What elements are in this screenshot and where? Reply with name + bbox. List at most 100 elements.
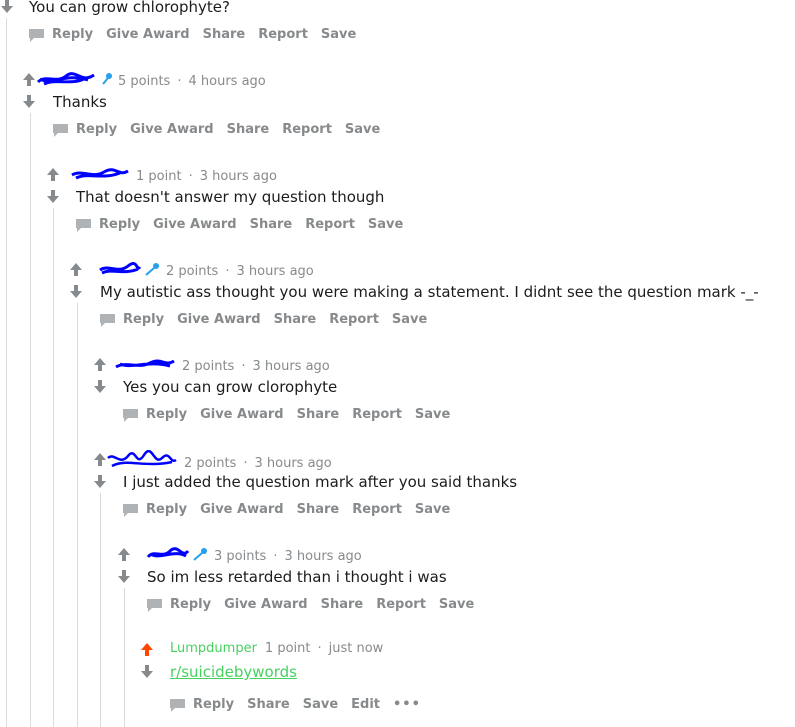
give-award-button[interactable]: Give Award bbox=[200, 407, 284, 422]
comment-time[interactable]: 3 hours ago bbox=[252, 359, 329, 374]
give-award-button[interactable]: Give Award bbox=[130, 122, 214, 137]
more-options-icon[interactable]: ••• bbox=[393, 697, 421, 712]
reply-button[interactable]: Reply bbox=[146, 407, 187, 422]
downvote-arrow-icon[interactable] bbox=[93, 475, 107, 489]
report-button[interactable]: Report bbox=[305, 217, 355, 232]
comment-points: 1 point bbox=[264, 641, 311, 656]
save-button[interactable]: Save bbox=[392, 312, 427, 327]
downvote-arrow-icon[interactable] bbox=[69, 285, 83, 299]
thread-line-3[interactable] bbox=[53, 208, 54, 727]
upvote-arrow-icon[interactable] bbox=[117, 547, 131, 561]
downvote-arrow-icon[interactable] bbox=[140, 665, 154, 679]
share-button[interactable]: Share bbox=[247, 697, 290, 712]
report-button[interactable]: Report bbox=[329, 312, 379, 327]
edit-button[interactable]: Edit bbox=[351, 697, 380, 712]
mic-icon bbox=[192, 547, 208, 565]
downvote-arrow-icon[interactable] bbox=[0, 0, 14, 14]
save-button[interactable]: Save bbox=[439, 597, 474, 612]
reply-icon bbox=[170, 698, 185, 712]
give-award-button[interactable]: Give Award bbox=[224, 597, 308, 612]
share-button[interactable]: Share bbox=[274, 312, 317, 327]
comment-time[interactable]: 4 hours ago bbox=[188, 74, 265, 89]
thread-line-2[interactable] bbox=[30, 113, 31, 727]
comment-actions: Reply Give Award Share Report Save bbox=[123, 502, 463, 517]
comment-meta: 3 points · 3 hours ago bbox=[146, 545, 362, 567]
upvote-arrow-icon-active[interactable] bbox=[140, 642, 154, 656]
comment-meta: 2 points · 3 hours ago bbox=[114, 355, 330, 377]
report-button[interactable]: Report bbox=[282, 122, 332, 137]
comment-time[interactable]: 3 hours ago bbox=[254, 456, 331, 471]
reply-icon bbox=[53, 123, 68, 137]
share-button[interactable]: Share bbox=[250, 217, 293, 232]
save-button[interactable]: Save bbox=[368, 217, 403, 232]
thread-line-4[interactable] bbox=[77, 303, 78, 727]
save-button[interactable]: Save bbox=[345, 122, 380, 137]
comment-body: r/suicidebywords bbox=[170, 663, 297, 681]
downvote-arrow-icon[interactable] bbox=[46, 190, 60, 204]
share-button[interactable]: Share bbox=[203, 27, 246, 42]
comment-body: Yes you can grow clorophyte bbox=[123, 378, 338, 396]
report-button[interactable]: Report bbox=[352, 407, 402, 422]
give-award-button[interactable]: Give Award bbox=[153, 217, 237, 232]
save-button[interactable]: Save bbox=[303, 697, 338, 712]
meta-separator: · bbox=[241, 358, 246, 374]
reply-button[interactable]: Reply bbox=[76, 122, 117, 137]
comment-time[interactable]: 3 hours ago bbox=[236, 264, 313, 279]
share-button[interactable]: Share bbox=[297, 502, 340, 517]
reply-button[interactable]: Reply bbox=[193, 697, 234, 712]
comment-actions: Reply Give Award Share Report Save bbox=[147, 597, 487, 612]
give-award-button[interactable]: Give Award bbox=[106, 27, 190, 42]
comment-meta: 1 point · 3 hours ago bbox=[70, 165, 277, 187]
reply-button[interactable]: Reply bbox=[146, 502, 187, 517]
reply-button[interactable]: Reply bbox=[170, 597, 211, 612]
reply-button[interactable]: Reply bbox=[99, 217, 140, 232]
comment-time[interactable]: 3 hours ago bbox=[284, 549, 361, 564]
comment-meta: Lumpdumper 1 point · just now bbox=[170, 641, 383, 656]
report-button[interactable]: Report bbox=[376, 597, 426, 612]
upvote-arrow-icon[interactable] bbox=[93, 357, 107, 371]
upvote-arrow-icon[interactable] bbox=[46, 167, 60, 181]
mic-icon bbox=[102, 73, 112, 89]
thread-line-6[interactable] bbox=[124, 588, 125, 727]
reply-icon bbox=[100, 313, 115, 327]
downvote-arrow-icon[interactable] bbox=[22, 95, 36, 109]
reply-icon bbox=[123, 503, 138, 517]
reply-button[interactable]: Reply bbox=[123, 312, 164, 327]
redacted-username-scribble bbox=[146, 545, 190, 567]
comment-author[interactable]: Lumpdumper bbox=[170, 641, 257, 656]
report-button[interactable]: Report bbox=[258, 27, 308, 42]
report-button[interactable]: Report bbox=[352, 502, 402, 517]
redacted-username-scribble bbox=[70, 165, 130, 187]
comment-points: 3 points bbox=[214, 548, 267, 564]
subreddit-link[interactable]: r/suicidebywords bbox=[170, 663, 297, 681]
comment-body: Thanks bbox=[53, 93, 107, 111]
share-button[interactable]: Share bbox=[227, 122, 270, 137]
downvote-arrow-icon[interactable] bbox=[93, 380, 107, 394]
comment-actions: Reply Give Award Share Report Save bbox=[100, 312, 440, 327]
upvote-arrow-icon[interactable] bbox=[93, 452, 107, 466]
save-button[interactable]: Save bbox=[415, 502, 450, 517]
reply-icon bbox=[123, 408, 138, 422]
mic-icon bbox=[144, 262, 160, 280]
comment-points: 2 points bbox=[184, 455, 237, 471]
thread-line-1[interactable] bbox=[6, 18, 7, 727]
thread-line-5[interactable] bbox=[100, 493, 101, 727]
save-button[interactable]: Save bbox=[415, 407, 450, 422]
save-button[interactable]: Save bbox=[321, 27, 356, 42]
comment-time[interactable]: just now bbox=[329, 641, 384, 656]
comment-body: I just added the question mark after you… bbox=[123, 473, 518, 491]
comment-points: 2 points bbox=[166, 263, 219, 279]
give-award-button[interactable]: Give Award bbox=[200, 502, 284, 517]
share-button[interactable]: Share bbox=[321, 597, 364, 612]
upvote-arrow-icon[interactable] bbox=[69, 262, 83, 276]
comment-time[interactable]: 3 hours ago bbox=[200, 169, 277, 184]
reply-button[interactable]: Reply bbox=[52, 27, 93, 42]
give-award-button[interactable]: Give Award bbox=[177, 312, 261, 327]
comment-actions: Reply Give Award Share Report Save bbox=[76, 217, 416, 232]
meta-separator: · bbox=[273, 548, 278, 564]
share-button[interactable]: Share bbox=[297, 407, 340, 422]
downvote-arrow-icon[interactable] bbox=[117, 570, 131, 584]
upvote-arrow-icon[interactable] bbox=[22, 72, 36, 86]
reply-icon bbox=[147, 598, 162, 612]
meta-separator: · bbox=[317, 641, 322, 656]
